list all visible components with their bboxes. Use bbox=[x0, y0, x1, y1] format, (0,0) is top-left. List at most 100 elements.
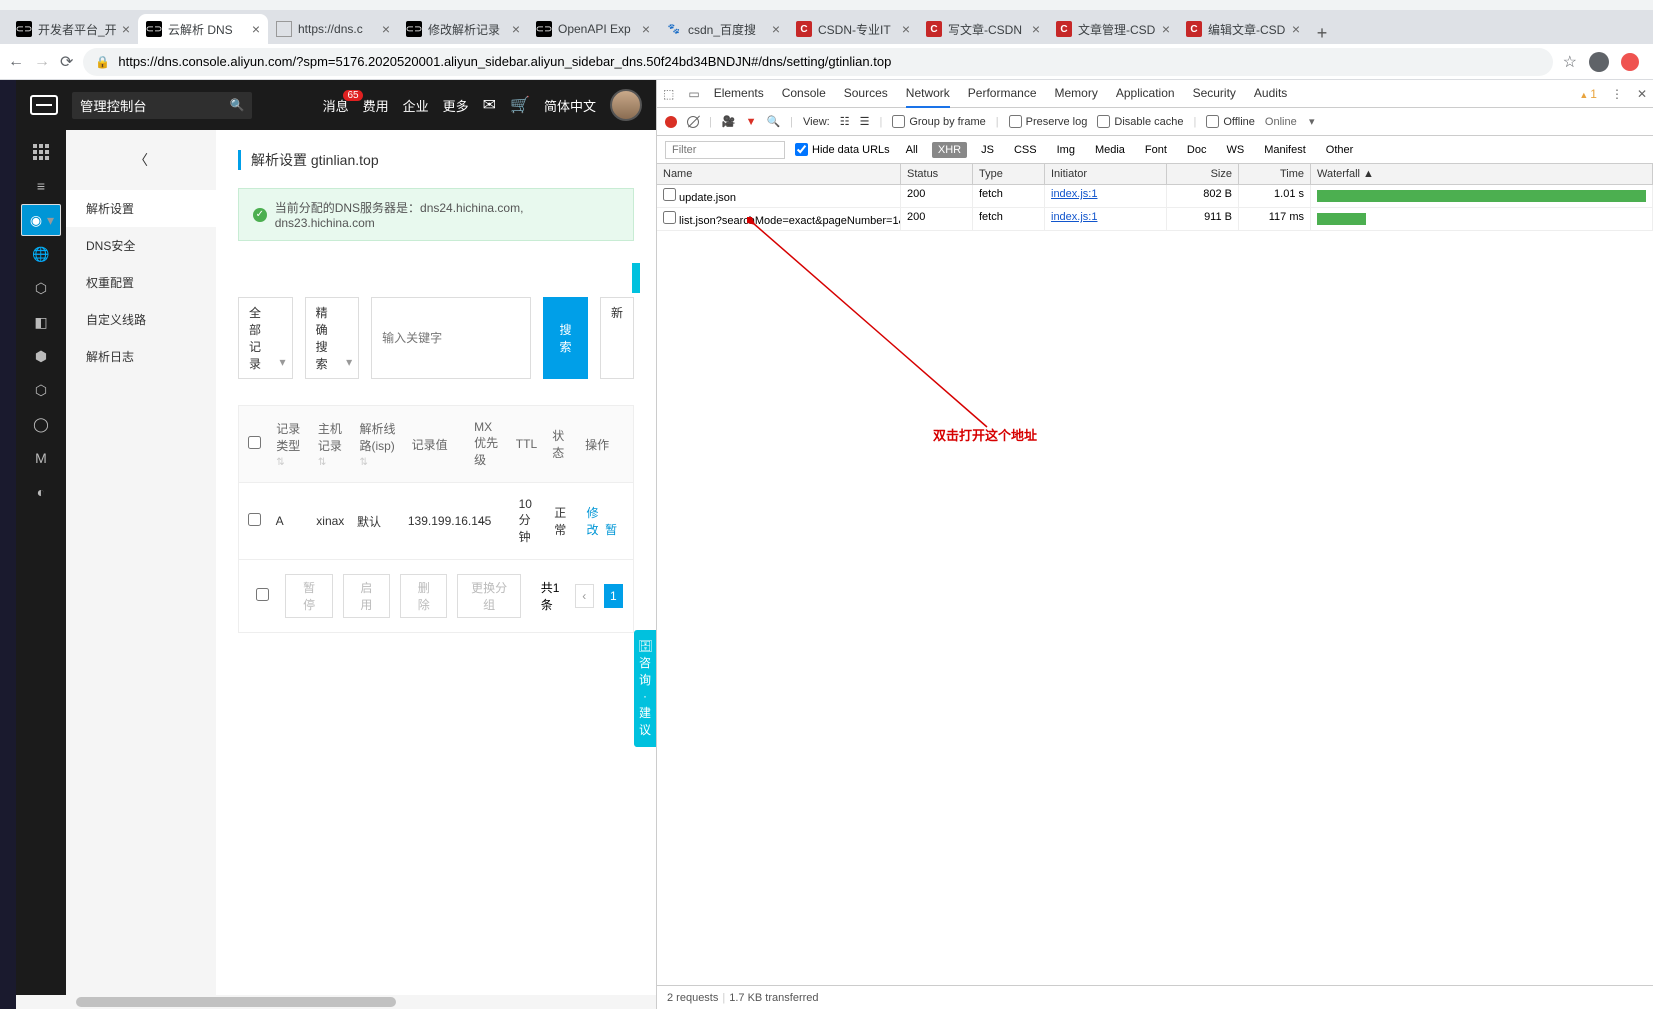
preserve-log-checkbox[interactable]: Preserve log bbox=[1009, 115, 1088, 128]
search-icon[interactable]: 🔍 bbox=[222, 98, 252, 112]
extension-icon[interactable] bbox=[1621, 53, 1639, 71]
browser-tab[interactable]: CCSDN-专业IT× bbox=[788, 14, 918, 44]
col-status[interactable]: Status bbox=[901, 164, 973, 184]
network-request-row[interactable]: update.json200fetchindex.js:1802 B1.01 s bbox=[657, 185, 1653, 208]
nav-more[interactable]: 更多 bbox=[443, 96, 469, 115]
col-host[interactable]: 主机记录 bbox=[312, 406, 354, 482]
cart-icon[interactable]: 🛒 bbox=[510, 95, 530, 115]
initiator-link[interactable]: index.js:1 bbox=[1051, 188, 1097, 200]
bulk-delete-button[interactable]: 删 除 bbox=[400, 574, 447, 618]
view-large-icon[interactable]: ☷ bbox=[840, 115, 850, 128]
devtools-tab-security[interactable]: Security bbox=[1193, 80, 1236, 108]
browser-tab[interactable]: ⊂⊃修改解析记录× bbox=[398, 14, 528, 44]
camera-icon[interactable]: 🎥 bbox=[722, 115, 736, 128]
filter-type-manifest[interactable]: Manifest bbox=[1258, 142, 1312, 158]
nav-enterprise[interactable]: 企业 bbox=[403, 96, 429, 115]
foot-checkbox[interactable] bbox=[256, 588, 269, 601]
warnings-badge[interactable]: 1 bbox=[1579, 87, 1597, 101]
profile-avatar-icon[interactable] bbox=[1589, 52, 1609, 72]
sidebar-item[interactable]: 解析日志 bbox=[66, 338, 216, 375]
devtools-tab-console[interactable]: Console bbox=[782, 80, 826, 108]
row-checkbox[interactable] bbox=[663, 211, 676, 224]
rail-apps-icon[interactable] bbox=[21, 136, 61, 168]
select-all-checkbox[interactable] bbox=[248, 436, 261, 449]
sidebar-item[interactable]: DNS安全 bbox=[66, 227, 216, 264]
col-initiator[interactable]: Initiator bbox=[1045, 164, 1167, 184]
forward-icon[interactable]: → bbox=[34, 53, 50, 71]
nav-messages[interactable]: 消息 65 bbox=[323, 96, 349, 115]
sidebar-item[interactable]: 解析设置 bbox=[66, 190, 216, 227]
console-search[interactable]: 🔍 bbox=[72, 92, 252, 119]
group-by-frame-checkbox[interactable]: Group by frame bbox=[892, 115, 985, 128]
rail-item-dns[interactable]: ◉ bbox=[21, 204, 61, 236]
filter-input[interactable] bbox=[665, 141, 785, 159]
rail-item[interactable]: ◧ bbox=[21, 306, 61, 338]
col-type[interactable]: Type bbox=[973, 164, 1045, 184]
filter-type-font[interactable]: Font bbox=[1139, 142, 1173, 158]
filter-search-mode[interactable]: 精确搜索 bbox=[305, 297, 360, 379]
sidebar-item[interactable]: 权重配置 bbox=[66, 264, 216, 301]
filter-type-js[interactable]: JS bbox=[975, 142, 1000, 158]
help-float[interactable]: 🗄 咨询·建议 bbox=[634, 630, 656, 747]
new-button-clipped[interactable]: 新 bbox=[600, 297, 634, 379]
mail-icon[interactable]: ✉ bbox=[483, 95, 496, 115]
clear-icon[interactable] bbox=[687, 116, 699, 128]
col-line[interactable]: 解析线路(isp) bbox=[353, 406, 405, 482]
back-icon[interactable]: ← bbox=[8, 53, 24, 71]
rail-item-globe-icon[interactable]: 🌐 bbox=[21, 238, 61, 270]
tab-close-icon[interactable]: × bbox=[1162, 21, 1170, 37]
sidebar-item[interactable]: 自定义线路 bbox=[66, 301, 216, 338]
new-tab-button[interactable]: + bbox=[1308, 23, 1336, 44]
page-prev[interactable]: ‹ bbox=[575, 584, 594, 608]
search-icon[interactable]: 🔍 bbox=[766, 115, 780, 128]
menu-back-icon[interactable]: 〈 bbox=[66, 140, 216, 190]
browser-tab[interactable]: https://dns.c× bbox=[268, 14, 398, 44]
devtools-more-icon[interactable]: ⋮ bbox=[1611, 87, 1623, 101]
devtools-tab-audits[interactable]: Audits bbox=[1254, 80, 1287, 108]
row-checkbox[interactable] bbox=[663, 188, 676, 201]
browser-tab[interactable]: ⊂⊃OpenAPI Exp× bbox=[528, 14, 658, 44]
devtools-tab-network[interactable]: Network bbox=[906, 80, 950, 108]
tab-close-icon[interactable]: × bbox=[1292, 21, 1300, 37]
url-input[interactable] bbox=[118, 54, 1540, 69]
devtools-tab-sources[interactable]: Sources bbox=[844, 80, 888, 108]
devtools-tab-elements[interactable]: Elements bbox=[714, 80, 764, 108]
op-pause[interactable]: 暂 bbox=[605, 523, 617, 537]
record-icon[interactable] bbox=[665, 116, 677, 128]
bookmark-star-icon[interactable]: ☆ bbox=[1563, 52, 1577, 72]
throttle-select[interactable]: Online ▾ bbox=[1265, 115, 1315, 128]
view-small-icon[interactable]: ☰ bbox=[860, 115, 870, 128]
nav-language[interactable]: 简体中文 bbox=[544, 96, 596, 115]
filter-type-doc[interactable]: Doc bbox=[1181, 142, 1213, 158]
filter-type-all[interactable]: All bbox=[900, 142, 924, 158]
console-search-input[interactable] bbox=[72, 92, 222, 119]
tab-close-icon[interactable]: × bbox=[902, 21, 910, 37]
col-size[interactable]: Size bbox=[1167, 164, 1239, 184]
tab-close-icon[interactable]: × bbox=[382, 21, 390, 37]
reload-icon[interactable]: ⟳ bbox=[60, 52, 73, 72]
col-type[interactable]: 记录类型 bbox=[270, 406, 312, 482]
aliyun-logo-icon[interactable] bbox=[30, 95, 58, 115]
col-waterfall[interactable]: Waterfall ▲ bbox=[1311, 164, 1653, 184]
omnibox[interactable]: 🔒 bbox=[83, 48, 1552, 76]
rail-item[interactable]: ⬡ bbox=[21, 374, 61, 406]
offline-checkbox[interactable]: Offline bbox=[1206, 115, 1255, 128]
devtools-tab-application[interactable]: Application bbox=[1116, 80, 1175, 108]
bulk-pause-button[interactable]: 暂 停 bbox=[285, 574, 332, 618]
page-current[interactable]: 1 bbox=[604, 584, 623, 608]
browser-tab[interactable]: C写文章-CSDN× bbox=[918, 14, 1048, 44]
browser-tab[interactable]: C编辑文章-CSD× bbox=[1178, 14, 1308, 44]
filter-toggle-icon[interactable]: ▼ bbox=[746, 116, 757, 128]
devtools-tab-performance[interactable]: Performance bbox=[968, 80, 1037, 108]
bulk-group-button[interactable]: 更换分组 bbox=[457, 574, 520, 618]
device-toggle-icon[interactable]: ▭ bbox=[688, 87, 699, 101]
devtools-tab-memory[interactable]: Memory bbox=[1055, 80, 1098, 108]
bulk-enable-button[interactable]: 启 用 bbox=[343, 574, 390, 618]
tab-close-icon[interactable]: × bbox=[772, 21, 780, 37]
tab-close-icon[interactable]: × bbox=[512, 21, 520, 37]
hide-data-urls-checkbox[interactable]: Hide data URLs bbox=[795, 143, 890, 156]
rail-item[interactable]: ◐ bbox=[21, 476, 61, 508]
devtools-close-icon[interactable]: ✕ bbox=[1637, 87, 1647, 101]
filter-type-css[interactable]: CSS bbox=[1008, 142, 1043, 158]
inspect-icon[interactable]: ⬚ bbox=[663, 87, 674, 101]
